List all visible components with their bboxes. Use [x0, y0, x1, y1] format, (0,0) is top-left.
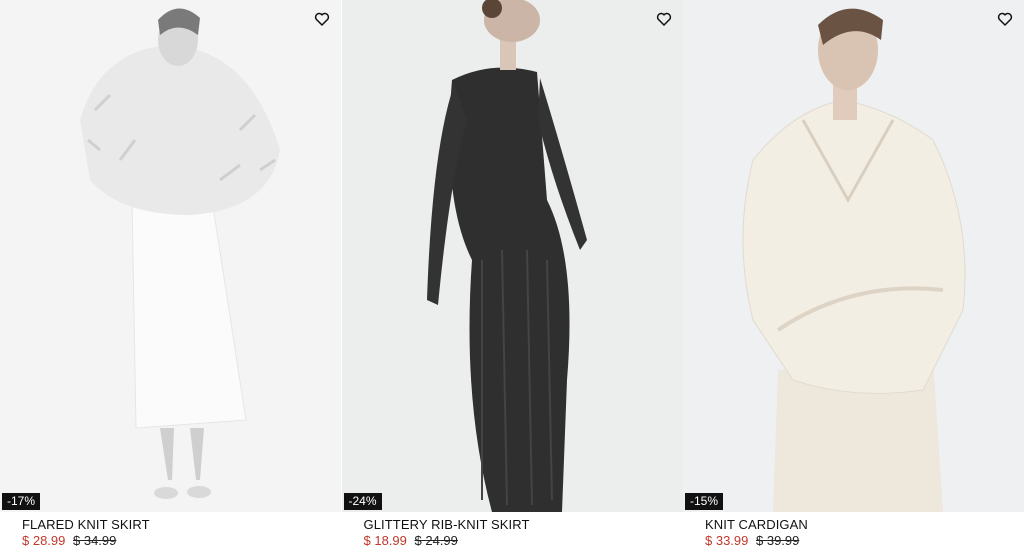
product-prices: $ 18.99 $ 24.99 [364, 533, 673, 548]
favorite-button[interactable] [655, 10, 673, 28]
original-price: $ 24.99 [414, 533, 458, 548]
original-price: $ 39.99 [756, 533, 800, 548]
heart-outline-icon [997, 12, 1013, 26]
product-info: KNIT CARDIGAN $ 33.99 $ 39.99 [705, 517, 1014, 548]
product-prices: $ 33.99 $ 39.99 [705, 533, 1014, 548]
product-name[interactable]: FLARED KNIT SKIRT [22, 517, 331, 533]
product-info: GLITTERY RIB-KNIT SKIRT $ 18.99 $ 24.99 [364, 517, 673, 548]
favorite-button[interactable] [313, 10, 331, 28]
sale-price: $ 18.99 [363, 533, 407, 548]
original-price: $ 34.99 [73, 533, 117, 548]
product-image[interactable] [683, 0, 1024, 512]
heart-outline-icon [314, 12, 330, 26]
product-info: FLARED KNIT SKIRT $ 28.99 $ 34.99 [22, 517, 331, 548]
sale-price: $ 33.99 [705, 533, 749, 548]
favorite-button[interactable] [996, 10, 1014, 28]
discount-badge: -24% [343, 493, 382, 510]
product-image[interactable] [0, 0, 341, 512]
product-card[interactable]: -17% FLARED KNIT SKIRT $ 28.99 $ 34.99 [0, 0, 341, 552]
product-card[interactable]: -15% KNIT CARDIGAN $ 33.99 $ 39.99 [683, 0, 1024, 552]
product-name[interactable]: KNIT CARDIGAN [705, 517, 1014, 533]
heart-outline-icon [656, 12, 671, 26]
product-card[interactable]: -24% GLITTERY RIB-KNIT SKIRT $ 18.99 $ 2… [341, 0, 683, 552]
discount-badge: -17% [2, 493, 41, 510]
product-grid: -17% FLARED KNIT SKIRT $ 28.99 $ 34.99 -… [0, 0, 1024, 552]
sale-price: $ 28.99 [22, 533, 66, 548]
product-prices: $ 28.99 $ 34.99 [22, 533, 331, 548]
product-image[interactable] [341, 0, 683, 512]
discount-badge: -15% [685, 493, 724, 510]
product-name[interactable]: GLITTERY RIB-KNIT SKIRT [364, 517, 673, 533]
